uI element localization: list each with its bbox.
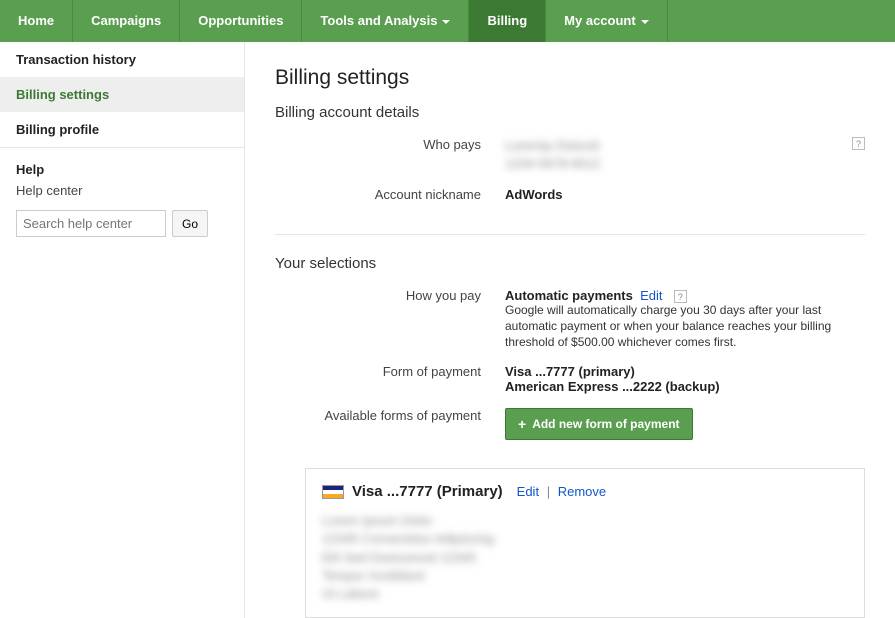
edit-how-you-pay-link[interactable]: Edit: [640, 288, 662, 303]
remove-card-link[interactable]: Remove: [558, 484, 606, 499]
nav-opportunities[interactable]: Opportunities: [180, 0, 302, 42]
account-nickname-value: AdWords: [505, 187, 563, 202]
chevron-down-icon: [442, 20, 450, 24]
form-of-payment-primary: Visa ...7777 (primary): [505, 364, 865, 379]
how-you-pay-description: Google will automatically charge you 30 …: [505, 303, 865, 350]
account-nickname-label: Account nickname: [275, 187, 505, 202]
sidebar: Transaction history Billing settings Bil…: [0, 42, 245, 618]
how-you-pay-value: Automatic payments: [505, 288, 633, 303]
nav-billing[interactable]: Billing: [469, 0, 546, 42]
sidebar-item-billing-profile[interactable]: Billing profile: [0, 112, 244, 147]
main-content: Billing settings Billing account details…: [245, 42, 895, 618]
help-heading: Help: [16, 162, 228, 177]
help-search-input[interactable]: [16, 210, 166, 237]
sidebar-item-transaction-history[interactable]: Transaction history: [0, 42, 244, 77]
who-pays-label: Who pays: [275, 137, 505, 173]
billing-account-details-heading: Billing account details: [275, 104, 865, 121]
your-selections-heading: Your selections: [275, 255, 865, 272]
help-icon[interactable]: ?: [674, 290, 687, 303]
form-of-payment-label: Form of payment: [275, 364, 505, 394]
page-title: Billing settings: [275, 66, 865, 90]
form-of-payment-backup: American Express ...2222 (backup): [505, 379, 865, 394]
available-forms-label: Available forms of payment: [275, 408, 505, 440]
card-address-redacted: Lorem Ipsum Dolor 12345 Consectetur Adip…: [322, 512, 848, 603]
visa-icon: [322, 485, 344, 499]
payment-card: Visa ...7777 (Primary) Edit | Remove Lor…: [305, 468, 865, 618]
who-pays-value-redacted: Loremip Dolorsit 1234-5678-9012: [505, 137, 848, 173]
nav-my-account[interactable]: My account: [546, 0, 668, 42]
sidebar-item-billing-settings[interactable]: Billing settings: [0, 77, 244, 112]
help-search-go-button[interactable]: Go: [172, 210, 208, 237]
help-icon[interactable]: ?: [852, 137, 865, 150]
chevron-down-icon: [641, 20, 649, 24]
nav-tools[interactable]: Tools and Analysis: [302, 0, 469, 42]
nav-campaigns[interactable]: Campaigns: [73, 0, 180, 42]
help-center-link[interactable]: Help center: [16, 183, 228, 198]
payment-card-title: Visa ...7777 (Primary): [352, 483, 503, 500]
edit-card-link[interactable]: Edit: [517, 484, 539, 499]
top-nav: Home Campaigns Opportunities Tools and A…: [0, 0, 895, 42]
plus-icon: +: [518, 416, 526, 432]
add-new-payment-button[interactable]: + Add new form of payment: [505, 408, 693, 440]
nav-home[interactable]: Home: [0, 0, 73, 42]
how-you-pay-label: How you pay: [275, 288, 505, 350]
